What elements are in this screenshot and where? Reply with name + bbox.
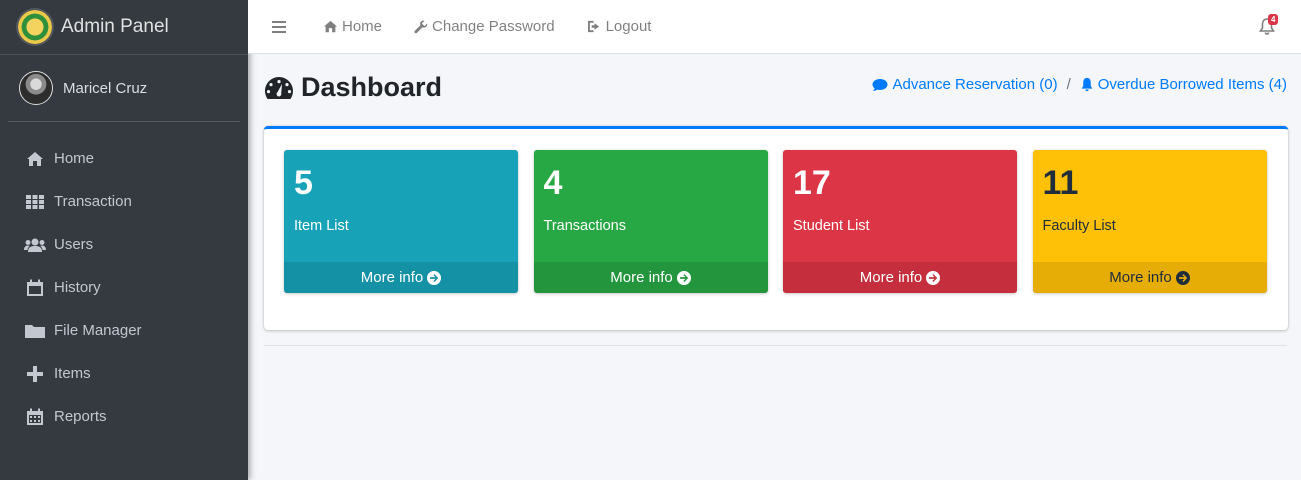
faculty-list-more-info-link[interactable]: More info [1032, 262, 1267, 293]
change-password-label: Change Password [432, 18, 555, 35]
sidebar-item-label: Items [54, 365, 91, 382]
content-wrapper: Dashboard Advance Reservation (0) / Over… [248, 55, 1301, 346]
user-name[interactable]: Maricel Cruz [63, 80, 147, 97]
overdue-items-link[interactable]: Overdue Borrowed Items (4) [1080, 76, 1287, 93]
menu-toggle-button[interactable] [272, 20, 290, 33]
change-password-link[interactable]: Change Password [414, 18, 555, 35]
sidebar-item-label: History [54, 279, 101, 296]
sidebar-item-label: Users [54, 236, 94, 253]
student-list-label: Student List [793, 218, 870, 234]
more-info-label: More info [610, 269, 673, 286]
brand-title: Admin Panel [61, 16, 169, 37]
nav-home-link[interactable]: Home [323, 18, 382, 35]
grid-icon [24, 193, 46, 211]
sidebar-item-label: Transaction [54, 193, 132, 210]
transactions-label: Transactions [543, 218, 626, 234]
student-list-box: 17 Student List More info [783, 150, 1017, 293]
calendar-icon [24, 279, 46, 297]
avatar [19, 71, 53, 105]
header-links: Advance Reservation (0) / Overdue Borrow… [872, 76, 1287, 93]
item-list-label: Item List [294, 218, 349, 234]
faculty-list-label: Faculty List [1042, 218, 1116, 234]
overdue-items-label: Overdue Borrowed Items (4) [1097, 76, 1287, 93]
sidebar-item-history[interactable]: History [0, 266, 248, 309]
bell-icon [1081, 77, 1093, 92]
faculty-list-box: 11 Faculty List More info [1032, 150, 1267, 293]
transactions-more-info-link[interactable]: More info [533, 262, 768, 293]
notification-badge: 4 [1268, 14, 1279, 25]
arrow-circle-right-icon [1175, 270, 1190, 285]
top-navbar: Home Change Password Logout 4 [248, 0, 1301, 54]
advance-reservation-label: Advance Reservation (0) [892, 76, 1058, 93]
nav-home-label: Home [342, 18, 383, 35]
content-header: Dashboard Advance Reservation (0) / Over… [248, 55, 1301, 127]
divider [264, 345, 1287, 346]
sidebar: Admin Panel Maricel Cruz Home Transactio… [0, 0, 248, 480]
hamburger-icon [272, 20, 286, 33]
dashboard-card: 5 Item List More info 4 Transactions Mor… [264, 126, 1288, 330]
page-title: Dashboard [264, 72, 442, 103]
sidebar-item-home[interactable]: Home [0, 137, 248, 180]
student-count: 17 [793, 164, 831, 202]
transaction-count: 4 [543, 164, 563, 202]
arrow-circle-right-icon [427, 270, 442, 285]
item-count: 5 [294, 164, 313, 202]
sidebar-item-label: Reports [54, 408, 107, 425]
sidebar-item-users[interactable]: Users [0, 223, 248, 266]
folder-icon [24, 322, 46, 340]
student-list-more-info-link[interactable]: More info [783, 262, 1017, 293]
item-list-box: 5 Item List More info [284, 150, 518, 293]
brand-logo [18, 10, 52, 44]
users-icon [24, 236, 46, 254]
plus-icon [24, 365, 46, 383]
item-list-more-info-link[interactable]: More info [284, 262, 518, 293]
advance-reservation-link[interactable]: Advance Reservation (0) [872, 76, 1058, 93]
page-title-text: Dashboard [301, 72, 443, 102]
more-info-label: More info [859, 269, 923, 286]
sidebar-item-file-manager[interactable]: File Manager [0, 309, 248, 352]
arrow-circle-right-icon [926, 270, 941, 285]
wrench-icon [414, 20, 428, 33]
sidebar-item-label: Home [54, 150, 95, 167]
logout-link[interactable]: Logout [587, 18, 652, 35]
faculty-count: 11 [1042, 164, 1079, 202]
sign-out-icon [587, 20, 599, 33]
home-icon [324, 20, 337, 33]
notifications-button[interactable]: 4 [1259, 14, 1279, 37]
sidebar-nav: Home Transaction Users History File Mana… [0, 137, 248, 438]
arrow-circle-right-icon [676, 270, 691, 285]
calendar-grid-icon [24, 408, 46, 426]
home-icon [24, 150, 46, 168]
stat-boxes: 5 Item List More info 4 Transactions Mor… [284, 150, 1282, 293]
breadcrumb-separator: / [1066, 76, 1071, 93]
dashboard-icon [265, 76, 293, 99]
user-panel[interactable]: Maricel Cruz [8, 55, 240, 122]
sidebar-item-reports[interactable]: Reports [0, 395, 248, 438]
transactions-box: 4 Transactions More info [533, 150, 768, 293]
comment-icon [872, 78, 888, 91]
more-info-label: More info [1109, 269, 1172, 286]
sidebar-item-items[interactable]: Items [0, 352, 248, 395]
brand-link[interactable]: Admin Panel [0, 0, 248, 55]
logout-label: Logout [605, 18, 652, 35]
sidebar-item-transaction[interactable]: Transaction [0, 180, 248, 223]
sidebar-item-label: File Manager [54, 322, 142, 339]
more-info-label: More info [360, 269, 424, 286]
